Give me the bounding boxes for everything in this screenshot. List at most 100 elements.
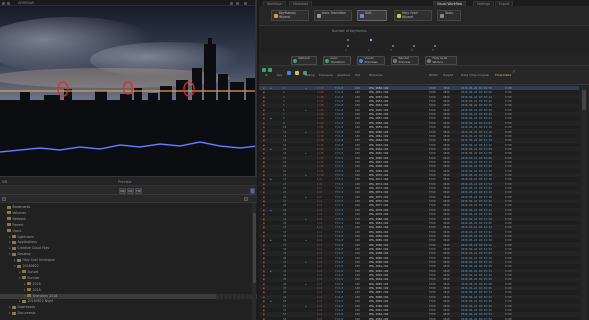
tree-folder[interactable]: ▸ Applications <box>0 240 257 246</box>
table-cell: 0:00 <box>505 316 512 320</box>
tree-folder[interactable]: ▾ 20180622 <box>0 264 257 270</box>
auto-transition-icon <box>316 14 321 18</box>
tree-folder-label: Recent <box>12 222 24 227</box>
folder-icon <box>27 288 31 292</box>
keyframe-marker[interactable] <box>392 45 394 47</box>
table-cell: 5760 <box>429 316 436 320</box>
tree-folder[interactable]: Users <box>0 229 257 235</box>
sync-icon[interactable] <box>250 187 255 194</box>
col-exposure[interactable]: Exposure <box>319 73 333 77</box>
refresh-icon <box>293 59 298 63</box>
keyframe-marker[interactable] <box>347 45 349 47</box>
checkmark-icon[interactable]: ✓ <box>512 69 517 75</box>
tree-folder[interactable]: ▾ Shenzhen 2018 <box>0 293 257 299</box>
tools-button[interactable]: Tools <box>437 10 461 21</box>
col-key[interactable]: Key <box>277 73 282 77</box>
col-rating[interactable]: Rating <box>305 73 315 77</box>
render-preview-button[interactable]: Render Preview <box>391 55 419 65</box>
tree-folder[interactable]: ▸ 2016 <box>0 282 257 288</box>
deselect-icon[interactable] <box>268 67 272 72</box>
tree-folder[interactable]: Recent <box>0 223 257 229</box>
holy-grail-icon <box>427 59 432 63</box>
skyline-photo <box>0 6 255 176</box>
render-preview-icon <box>393 59 398 63</box>
tree-folder[interactable]: Bookmarks <box>0 205 257 211</box>
keyframe-tick: 4 <box>411 48 413 52</box>
tree-home-icon[interactable] <box>2 197 6 201</box>
tree-folder[interactable]: ▸ Lightroom <box>0 235 257 241</box>
filter-icon[interactable] <box>287 71 291 75</box>
table-cell: IMG_2903.CR2 <box>369 316 389 320</box>
refresh-button[interactable]: Refresh <box>291 55 317 65</box>
tree-folder-label: Documents <box>17 311 36 316</box>
tree-folder[interactable]: ▸ 2018 <box>0 288 257 294</box>
folder-icon <box>7 205 11 209</box>
tree-folder-label: Sunset <box>27 269 39 274</box>
tree-folder-label: Downloads <box>17 305 36 310</box>
tree-folder-label: 2016 <box>32 281 41 286</box>
col-iso[interactable]: ISO <box>355 73 360 77</box>
tree-folder[interactable]: ▸ Creative Cloud Files <box>0 246 257 252</box>
keyframe-marker[interactable] <box>413 45 415 47</box>
folder-icon <box>12 235 16 238</box>
table-cell: f/4.0 <box>335 316 344 320</box>
sort-button[interactable]: Sort <box>357 10 387 21</box>
tab-export[interactable]: Export <box>495 0 514 6</box>
tab-metadata[interactable]: Metadata <box>289 0 313 6</box>
holy-grail-toolbar-button[interactable]: Holy Grail Wizard <box>425 55 457 65</box>
tree-folder[interactable]: Volumes <box>0 211 257 217</box>
keyframe-tick: 3 <box>390 48 392 52</box>
folder-icon <box>17 264 21 268</box>
tree-folder[interactable]: ▸ Holy Grail timelapse <box>0 258 257 264</box>
tree-folder[interactable]: ▸ Sunset <box>0 270 257 276</box>
tree-folder-label: Desktop <box>17 252 31 257</box>
star-icon[interactable] <box>295 71 299 75</box>
table-row[interactable]: ▣ 54 1/4 f/4.0 100 IMG_2903.CR2 5760 3840 2018-0… <box>259 316 579 320</box>
keyframe-slider[interactable]: Number of Keyframes 1 2 3 4 5 <box>259 27 589 54</box>
tree-folder-label: Creative Cloud Files <box>17 246 50 251</box>
tree-folder-label: Holy Grail timelapse <box>22 258 55 263</box>
hr-button[interactable]: HR <box>135 187 142 194</box>
tree-folder-label: 2018 <box>32 287 41 292</box>
col-height[interactable]: Height <box>443 73 453 77</box>
folder-icon <box>7 223 11 227</box>
col-delta[interactable]: Time Delta <box>495 73 511 77</box>
tree-folder[interactable]: ▾ Desktop <box>0 252 257 258</box>
tree-refresh-icon[interactable] <box>244 197 248 201</box>
table-cell: 1/4 <box>317 316 322 320</box>
col-width[interactable]: Width <box>429 73 438 77</box>
col-date[interactable]: Date Time Original <box>461 73 489 77</box>
sort-icon <box>359 14 364 18</box>
col-aperture[interactable]: Aperture <box>337 73 350 77</box>
ns-button[interactable]: NS <box>127 187 134 194</box>
select-all-icon[interactable] <box>262 67 266 72</box>
auto-transition-button[interactable]: Auto Transition <box>323 55 351 65</box>
tab-workflow[interactable]: Workflow <box>263 0 286 6</box>
tree-folder[interactable]: ▾ Sunrise <box>0 276 257 282</box>
tree-folder[interactable]: ▸ 20180622 Night <box>0 299 257 305</box>
nr-button[interactable]: NR <box>119 187 126 194</box>
image-table: ▣ ◆ 1 ★ 1/30 f/2.8 100 IMG_2850.CR2 5760 3840 2018… <box>259 86 579 320</box>
keyframe-tick: 5 <box>432 48 434 52</box>
tree-scrollbar[interactable] <box>252 203 256 320</box>
folder-icon <box>27 282 31 286</box>
tree-folder[interactable]: Network <box>0 217 257 223</box>
tab-visual-workflow[interactable]: Visual Workflow <box>433 0 467 6</box>
col-index[interactable]: # <box>265 73 268 77</box>
holy-grail-wizard-button[interactable]: Holy Grail Wizard <box>394 10 432 21</box>
folder-icon <box>7 229 11 233</box>
visual-previews-button[interactable]: Visual Previews <box>357 55 385 65</box>
table-cell: ▣ <box>263 316 265 320</box>
tab-settings[interactable]: Settings <box>473 0 495 6</box>
auto-transition-wf-button[interactable]: Auto Transition <box>314 10 352 21</box>
keyframe-marker[interactable] <box>434 45 436 47</box>
tree-folder[interactable]: ▸ Downloads <box>0 305 257 311</box>
keyframe-marker-active[interactable] <box>370 39 372 41</box>
keyframe-tick: 1 <box>345 48 347 52</box>
tree-folder[interactable]: ▸ Documents <box>0 311 257 317</box>
col-filename[interactable]: Filename <box>369 73 383 77</box>
keyframe-marker[interactable] <box>347 39 349 41</box>
table-scrollbar[interactable] <box>581 86 587 320</box>
keyframes-wizard-button[interactable]: Keyframes Wizard <box>271 10 309 21</box>
folder-icon <box>22 276 26 280</box>
